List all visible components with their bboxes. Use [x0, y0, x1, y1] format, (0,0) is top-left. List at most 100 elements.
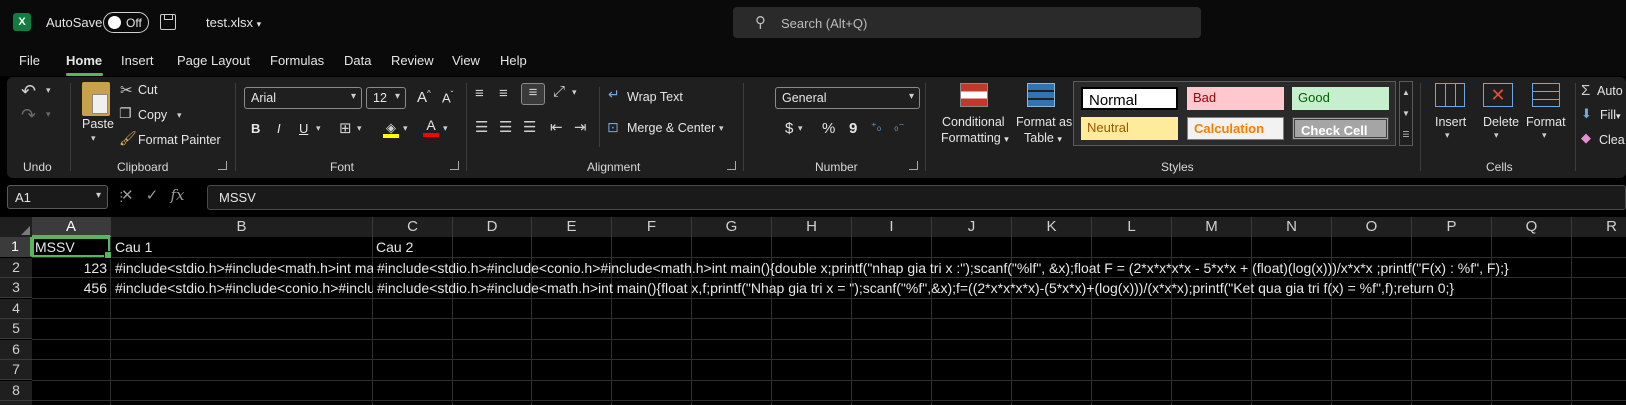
search-box[interactable]: ⚲ Search (Alt+Q) [733, 7, 1201, 38]
style-check-cell[interactable]: Check Cell [1292, 117, 1389, 140]
column-header-Q[interactable]: Q [1492, 217, 1572, 237]
tab-formulas[interactable]: Formulas [270, 53, 324, 68]
column-header-E[interactable]: E [532, 217, 612, 237]
font-launcher-icon[interactable] [450, 161, 459, 170]
cut-button[interactable]: Cut [138, 83, 157, 97]
style-good[interactable]: Good [1292, 87, 1389, 110]
fill-color-dropdown-icon[interactable]: ▾ [403, 123, 408, 134]
underline-button[interactable]: U [299, 121, 308, 136]
copy-button[interactable]: Copy [138, 108, 167, 122]
delete-cells-icon[interactable]: ✕ [1483, 83, 1513, 107]
styles-gallery-scroll[interactable]: ▲ ▼ ☰ [1399, 81, 1413, 146]
orientation-icon[interactable]: ⤢ [553, 83, 565, 100]
tab-review[interactable]: Review [391, 53, 434, 68]
column-header-N[interactable]: N [1252, 217, 1332, 237]
tab-help[interactable]: Help [500, 53, 527, 68]
wrap-text-button[interactable]: Wrap Text [627, 90, 683, 104]
insert-dropdown-icon[interactable]: ▾ [1445, 130, 1450, 141]
insert-cells-icon[interactable] [1435, 83, 1465, 107]
column-header-A[interactable]: A [32, 217, 111, 237]
cell-C3[interactable]: #include<stdio.h>#include<math.h>int mai… [374, 278, 1626, 298]
underline-dropdown-icon[interactable]: ▾ [316, 123, 321, 134]
format-painter-button[interactable]: Format Painter [138, 133, 221, 147]
save-icon[interactable] [160, 14, 176, 30]
column-header-D[interactable]: D [453, 217, 532, 237]
column-header-B[interactable]: B [111, 217, 373, 237]
style-bad[interactable]: Bad [1187, 87, 1284, 110]
style-calculation[interactable]: Calculation [1187, 117, 1284, 140]
number-launcher-icon[interactable] [909, 161, 918, 170]
currency-dropdown-icon[interactable]: ▾ [798, 123, 803, 134]
insert-cells-button[interactable]: Insert [1435, 115, 1466, 129]
tab-file[interactable]: File [19, 53, 40, 68]
format-cells-icon[interactable] [1532, 83, 1560, 107]
row-header-5[interactable]: 5 [0, 319, 32, 339]
cell-B1[interactable]: Cau 1 [112, 237, 372, 257]
select-all-corner[interactable] [0, 217, 32, 237]
row-header-1[interactable]: 1 [0, 237, 32, 257]
format-as-table-icon[interactable] [1027, 83, 1055, 107]
column-header-K[interactable]: K [1012, 217, 1092, 237]
align-middle-icon[interactable]: ≡ [499, 85, 508, 102]
font-size-select[interactable]: 12 ▾ [366, 87, 406, 109]
comma-button[interactable]: 9 [849, 120, 857, 137]
cell-B2[interactable]: #include<stdio.h>#include<math.h>int mai… [112, 258, 373, 278]
column-header-O[interactable]: O [1332, 217, 1412, 237]
font-color-icon[interactable]: A [423, 117, 439, 137]
fill-button[interactable]: Fill▾ [1600, 108, 1621, 122]
file-name[interactable]: test.xlsx ▾ [206, 15, 261, 30]
decrease-decimal-icon[interactable]: ₀⁻ [894, 120, 904, 133]
format-dropdown-icon[interactable]: ▾ [1542, 130, 1547, 141]
gallery-expand-icon[interactable]: ☰ [1400, 124, 1412, 145]
font-color-dropdown-icon[interactable]: ▾ [443, 123, 448, 134]
column-header-L[interactable]: L [1092, 217, 1172, 237]
tab-view[interactable]: View [452, 53, 480, 68]
borders-icon[interactable]: ⊞ [339, 119, 352, 137]
clipboard-launcher-icon[interactable] [218, 161, 227, 170]
cell-B3[interactable]: #include<stdio.h>#include<conio.h>#inclu… [112, 278, 373, 298]
align-center-icon[interactable]: ☰ [499, 118, 512, 136]
delete-cells-button[interactable]: Delete [1483, 115, 1519, 129]
tab-page-layout[interactable]: Page Layout [177, 53, 250, 68]
italic-button[interactable]: I [277, 121, 281, 136]
row-header-6[interactable]: 6 [0, 339, 32, 360]
column-header-P[interactable]: P [1412, 217, 1492, 237]
currency-button[interactable]: $ [785, 120, 793, 137]
orientation-dropdown-icon[interactable]: ▾ [572, 87, 577, 98]
conditional-formatting-icon[interactable] [960, 83, 988, 107]
column-header-F[interactable]: F [612, 217, 692, 237]
row-header-9[interactable]: 9 [0, 401, 32, 405]
merge-dropdown-icon[interactable]: ▾ [719, 123, 724, 134]
align-left-icon[interactable]: ☰ [475, 118, 488, 136]
fill-color-icon[interactable]: ◈ [382, 119, 400, 138]
align-top-icon[interactable]: ≡ [475, 85, 484, 102]
column-header-J[interactable]: J [932, 217, 1012, 237]
grow-font-button[interactable]: A^ [417, 89, 431, 106]
shrink-font-button[interactable]: Aˇ [442, 90, 453, 105]
align-right-icon[interactable]: ☰ [523, 118, 536, 136]
format-as-table-line2[interactable]: Table ▾ [1024, 131, 1062, 145]
scroll-down-icon[interactable]: ▼ [1400, 103, 1412, 124]
formula-input[interactable]: MSSV [207, 185, 1626, 210]
autosave-toggle[interactable]: Off [103, 12, 149, 33]
cell-A3[interactable]: 456 [32, 278, 110, 298]
borders-dropdown-icon[interactable]: ▾ [357, 123, 362, 134]
tab-data[interactable]: Data [344, 53, 371, 68]
cell-A2[interactable]: 123 [32, 258, 110, 278]
cell-C1[interactable]: Cau 2 [373, 237, 453, 257]
column-header-R[interactable]: R [1572, 217, 1626, 237]
name-box[interactable]: A1 ▾ [7, 185, 108, 209]
format-as-table-line1[interactable]: Format as [1016, 115, 1072, 129]
row-header-2[interactable]: 2 [0, 257, 32, 278]
column-header-G[interactable]: G [692, 217, 772, 237]
enter-icon[interactable]: ✓ [146, 187, 159, 204]
undo-dropdown-icon[interactable]: ▾ [46, 85, 51, 96]
column-header-M[interactable]: M [1172, 217, 1252, 237]
font-family-select[interactable]: Arial ▾ [244, 87, 362, 109]
cell-C2[interactable]: #include<stdio.h>#include<conio.h>#inclu… [374, 258, 1626, 278]
redo-icon[interactable]: ↷ [21, 105, 36, 126]
row-header-8[interactable]: 8 [0, 380, 32, 401]
paste-icon[interactable] [82, 82, 110, 116]
column-header-C[interactable]: C [373, 217, 453, 237]
style-neutral[interactable]: Neutral [1081, 117, 1178, 140]
